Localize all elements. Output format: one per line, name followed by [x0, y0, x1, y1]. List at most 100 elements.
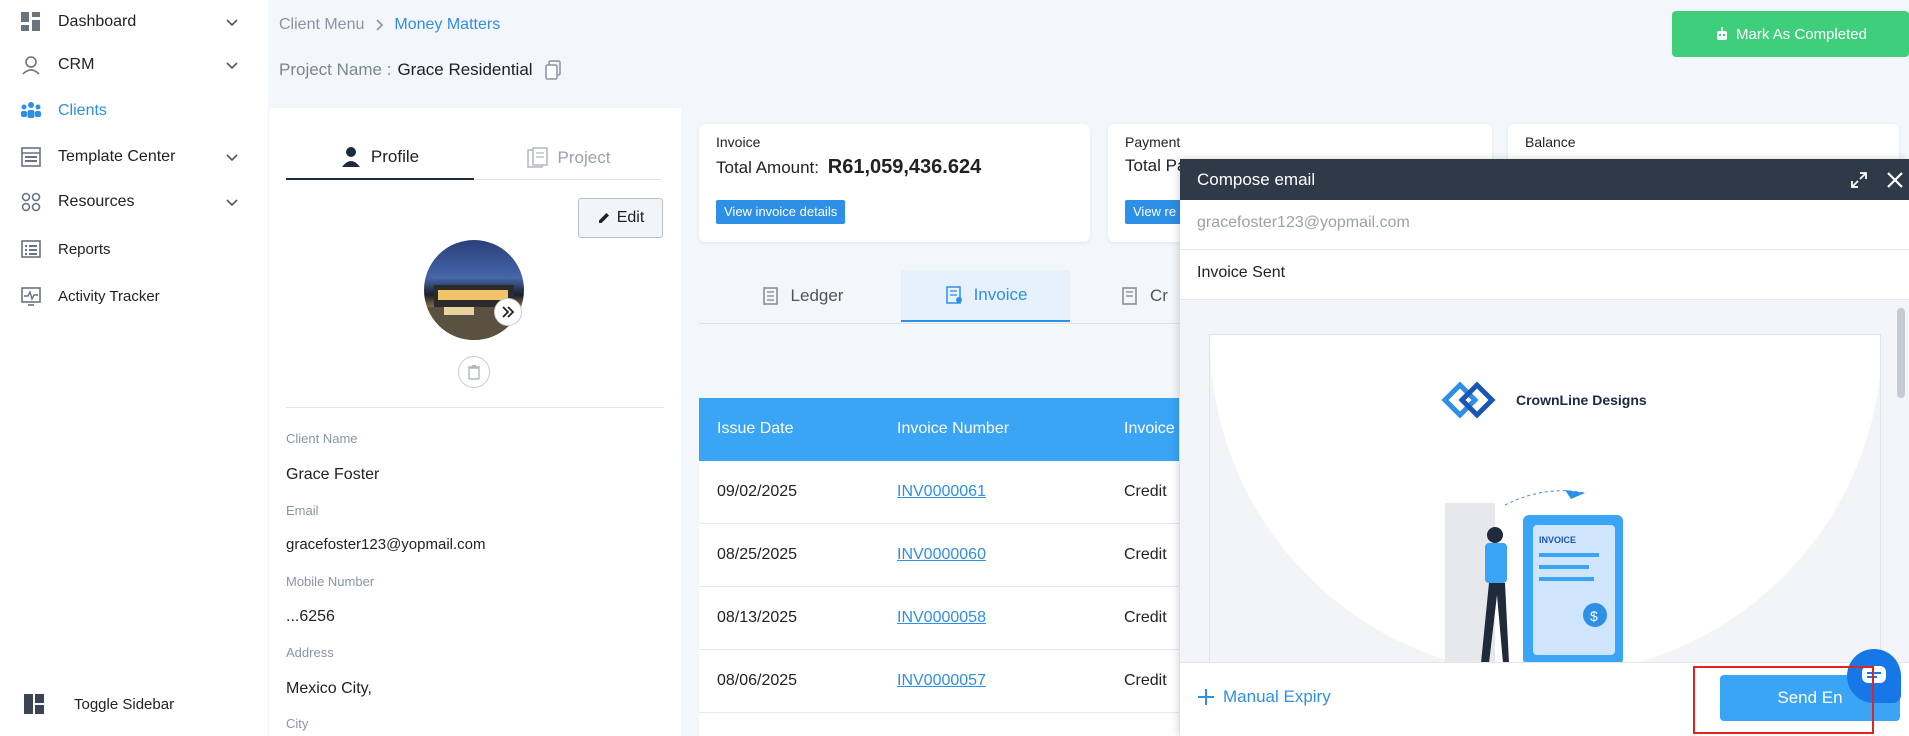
invoice-type-cell: Credit — [1124, 483, 1167, 500]
subject-value: Invoice Sent — [1197, 264, 1286, 281]
invoice-icon — [945, 286, 962, 304]
invoice-total-amount: Total Amount: R61,059,436.624 — [716, 156, 981, 179]
edit-button[interactable]: Edit — [578, 198, 663, 238]
sidebar-item-label: Resources — [58, 193, 135, 210]
invoice-type-cell: Credit — [1124, 672, 1167, 689]
tab-invoice[interactable]: Invoice — [901, 270, 1070, 322]
sidebar-item-label: CRM — [58, 56, 95, 73]
column-header[interactable]: Issue Date — [717, 420, 793, 438]
view-invoice-details-button[interactable]: View invoice details — [716, 200, 846, 224]
compose-header: Compose email — [1180, 159, 1909, 200]
avatar-expand-button[interactable] — [494, 298, 522, 326]
tab-ledger[interactable]: Ledger — [722, 270, 882, 322]
breadcrumb-current[interactable]: Money Matters — [394, 16, 500, 34]
reports-icon — [21, 240, 41, 258]
project-name: Project Name : Grace Residential — [279, 60, 563, 80]
divider — [286, 407, 664, 408]
toggle-sidebar-label: Toggle Sidebar — [74, 695, 175, 713]
payment-card-title: Payment — [1125, 134, 1181, 150]
sidebar-item-dashboard[interactable]: Dashboard — [0, 0, 268, 44]
chevron-right-icon — [376, 19, 384, 31]
table-row: 09/02/2025 INV0000061 Credit — [699, 461, 1179, 524]
svg-text:$: $ — [1590, 608, 1598, 624]
view-receipts-button[interactable]: View re — [1125, 200, 1185, 224]
tab-profile-label: Profile — [370, 147, 420, 166]
ledger-icon — [762, 287, 778, 305]
scrollbar[interactable] — [1897, 308, 1905, 398]
dashboard-icon — [21, 12, 40, 31]
invoice-card-title: Invoice — [716, 134, 761, 150]
table-header: Issue Date Invoice Number Invoice — [699, 398, 1179, 461]
project-name-value: Grace Residential — [397, 60, 533, 79]
trash-icon — [468, 365, 480, 380]
tab-project[interactable]: Project — [474, 136, 662, 180]
brand-name: CrownLine Designs — [1516, 392, 1647, 408]
delete-avatar-button[interactable] — [458, 356, 490, 388]
invoice-number-link[interactable]: INV0000057 — [897, 672, 986, 690]
address-value: Mexico City, — [286, 680, 372, 697]
expand-icon[interactable] — [1849, 170, 1869, 190]
template-icon — [21, 147, 41, 167]
invoice-doc-label: INVOICE — [1539, 535, 1576, 545]
activity-icon — [21, 287, 41, 306]
mark-as-completed-button[interactable]: Mark As Completed — [1672, 11, 1909, 57]
project-name-label: Project Name : — [279, 60, 392, 79]
compose-email-dialog: Compose email gracefoster123@yopmail.com… — [1180, 159, 1909, 736]
sidebar-item-reports[interactable]: Reports — [0, 227, 268, 271]
issue-date-cell: 08/13/2025 — [717, 609, 798, 626]
email-body[interactable]: CrownLine Designs INVOICE $ — [1180, 300, 1909, 662]
manual-expiry-label: Manual Expiry — [1223, 687, 1331, 706]
email-label: Email — [286, 503, 319, 518]
column-header[interactable]: Invoice — [1124, 420, 1175, 438]
plus-icon — [1198, 689, 1214, 705]
compose-title: Compose email — [1197, 170, 1316, 189]
sidebar-item-activity-tracker[interactable]: Activity Tracker — [0, 274, 268, 318]
issue-date-cell: 08/25/2025 — [717, 546, 798, 563]
robot-icon — [1717, 27, 1728, 40]
copy-icon[interactable] — [544, 60, 563, 80]
sidebar-item-label: Template Center — [58, 148, 176, 165]
issue-date-cell: 08/06/2025 — [717, 672, 798, 689]
mobile-value: ...6256 — [286, 608, 335, 625]
mobile-label: Mobile Number — [286, 574, 375, 589]
invoice-type-cell: Credit — [1124, 546, 1167, 563]
sidebar-toggle-icon — [24, 694, 44, 714]
table-row: 08/13/2025 INV0000058 Credit — [699, 587, 1179, 650]
tab-profile[interactable]: Profile — [286, 136, 474, 180]
total-amount-value: R61,059,436.624 — [827, 156, 982, 178]
tab-credit[interactable]: Cr — [1120, 270, 1180, 322]
manual-expiry-button[interactable]: Manual Expiry — [1197, 687, 1331, 707]
invoice-number-link[interactable]: INV0000061 — [897, 483, 986, 501]
client-name-label: Client Name — [286, 431, 358, 446]
toggle-sidebar-button[interactable]: Toggle Sidebar — [0, 682, 268, 726]
sidebar-item-template-center[interactable]: Template Center — [0, 135, 268, 179]
chevron-down-icon — [226, 62, 238, 70]
column-header[interactable]: Invoice Number — [897, 420, 1009, 438]
subject-field[interactable]: Invoice Sent — [1180, 250, 1909, 300]
sidebar-item-resources[interactable]: Resources — [0, 180, 268, 224]
crm-icon — [22, 56, 40, 75]
tab-invoice-label: Invoice — [973, 285, 1028, 304]
chat-icon — [1862, 666, 1886, 683]
sidebar-item-clients[interactable]: Clients — [0, 89, 268, 133]
email-value: gracefoster123@yopmail.com — [286, 536, 486, 552]
recipient-field[interactable]: gracefoster123@yopmail.com — [1180, 200, 1909, 250]
resources-icon — [21, 192, 41, 212]
chevron-down-icon — [226, 199, 238, 207]
breadcrumb: Client Menu Money Matters — [279, 16, 500, 34]
project-icon — [526, 146, 548, 168]
invoice-number-link[interactable]: INV0000060 — [897, 546, 986, 564]
recipient-value: gracefoster123@yopmail.com — [1197, 214, 1410, 231]
table-row: 08/25/2025 INV0000060 Credit — [699, 524, 1179, 587]
invoice-number-link[interactable]: INV0000058 — [897, 609, 986, 627]
clients-icon — [21, 102, 41, 118]
chevron-down-icon — [226, 154, 238, 162]
mark-as-completed-label: Mark As Completed — [1736, 25, 1867, 43]
total-amount-label: Total Amount: — [716, 158, 820, 177]
close-icon[interactable] — [1883, 168, 1907, 192]
chat-widget-button[interactable] — [1847, 649, 1901, 703]
sidebar-item-crm[interactable]: CRM — [0, 43, 268, 87]
breadcrumb-parent[interactable]: Client Menu — [279, 16, 364, 34]
invoice-table: Issue Date Invoice Number Invoice 09/02/… — [699, 398, 1179, 736]
sidebar: Dashboard CRM Clients Template Center Re… — [0, 0, 268, 736]
